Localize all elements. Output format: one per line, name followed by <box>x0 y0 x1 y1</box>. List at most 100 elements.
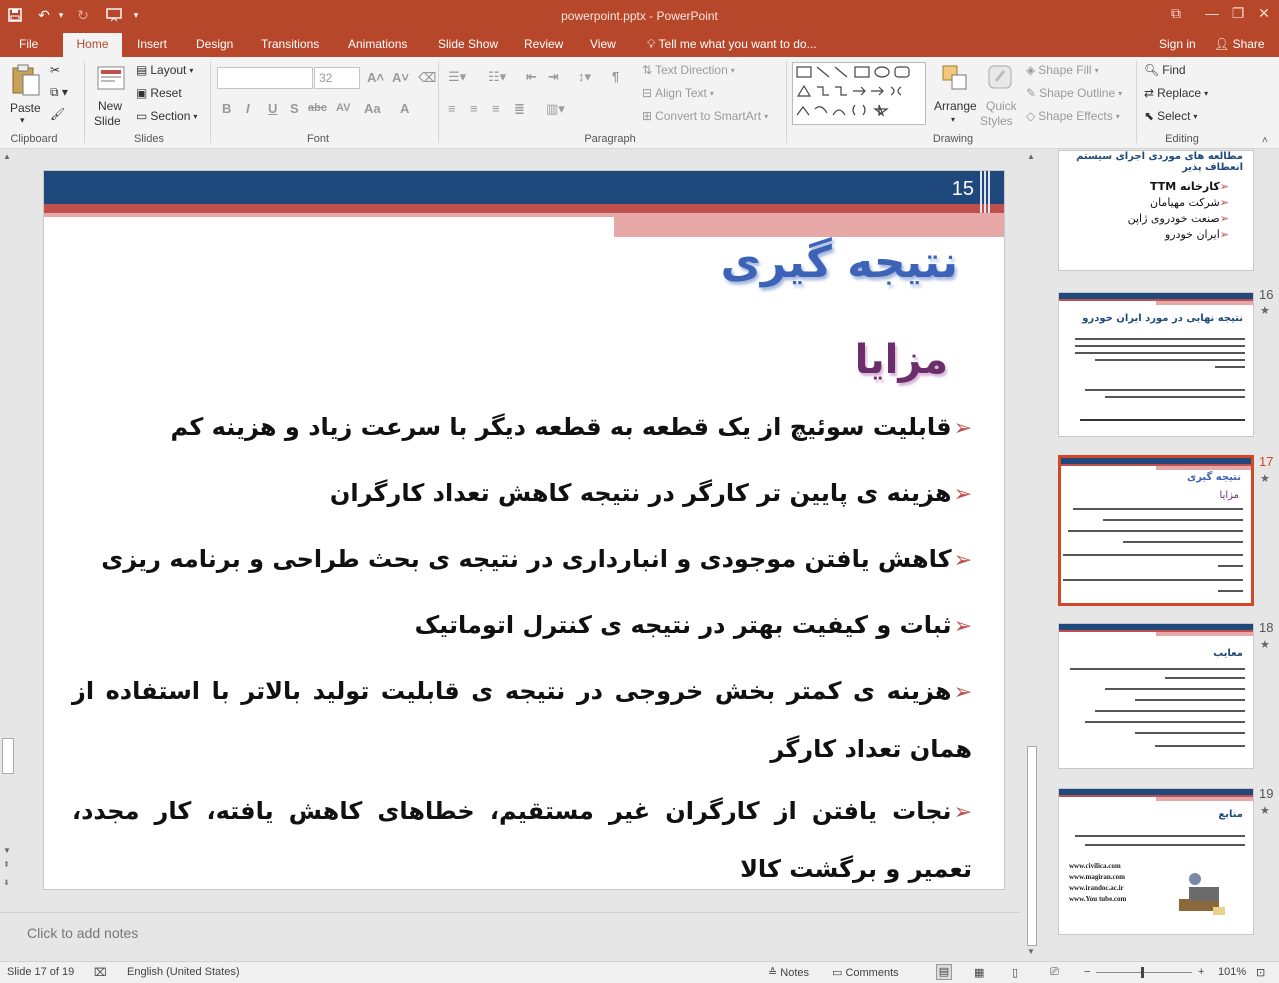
slide-thumbnail[interactable]: مطالعه های موردی اجرای سیستم انعطاف پذیر… <box>1058 150 1254 271</box>
decrease-indent-icon[interactable]: ⇤ <box>526 69 537 85</box>
rtl-icon[interactable]: ¶ <box>612 69 619 84</box>
font-color-icon[interactable]: A <box>400 101 409 116</box>
ribbon-display-icon[interactable]: ⧉ <box>1158 2 1194 24</box>
slide-subtitle[interactable]: مزایا <box>855 337 948 383</box>
shape-outline-button[interactable]: ✎ Shape Outline ▾ <box>1026 86 1122 100</box>
close-button[interactable]: ✕ <box>1246 2 1279 24</box>
sign-in-link[interactable]: Sign in <box>1150 33 1205 57</box>
current-slide[interactable]: 15 نتیجه گیری مزایا ➢قابلیت سوئیچ از یک … <box>43 170 1005 890</box>
section-button[interactable]: ▭ Section ▾ <box>136 109 197 123</box>
notes-pane[interactable]: Click to add notes <box>0 912 1020 960</box>
slide-counter: Slide 17 of 19 <box>7 966 75 978</box>
tab-transitions[interactable]: Transitions <box>252 33 328 57</box>
align-text-button[interactable]: ⊟ Align Text ▾ <box>642 86 714 100</box>
justify-icon[interactable]: ≣ <box>514 101 525 117</box>
paste-button[interactable]: Paste ▾ <box>6 61 46 129</box>
copy-icon[interactable]: ⧉ ▾ <box>50 85 68 100</box>
zoom-slider-thumb[interactable] <box>1141 967 1144 978</box>
slide-thumbnail[interactable]: منابع www.civilica.com www.magiran.com w… <box>1058 788 1254 935</box>
scroll-down-icon[interactable]: ▼ <box>3 846 11 855</box>
zoom-slider[interactable] <box>1096 967 1192 978</box>
slide-thumbnail[interactable]: معایب <box>1058 623 1254 769</box>
quick-styles-button[interactable]: Quick Styles <box>980 61 1022 129</box>
shape-fill-button[interactable]: ◈ Shape Fill ▾ <box>1026 63 1099 77</box>
decrease-font-icon[interactable]: A˅ <box>392 70 409 85</box>
shadow-button[interactable]: S <box>290 101 299 116</box>
format-painter-icon[interactable]: 🖌︎ <box>50 107 65 121</box>
align-center-icon[interactable]: ≡ <box>470 101 478 116</box>
text-direction-button[interactable]: ⇅ Text Direction ▾ <box>642 63 735 77</box>
italic-button[interactable]: I <box>246 101 250 116</box>
notes-toggle[interactable]: ≙ Notes <box>768 966 809 979</box>
slideshow-view-icon[interactable]: ⎚ <box>1050 966 1059 979</box>
tab-view[interactable]: View <box>581 33 625 57</box>
tab-animations[interactable]: Animations <box>339 33 416 57</box>
fit-to-window-icon[interactable]: ⊡ <box>1256 966 1265 979</box>
shapes-gallery[interactable] <box>792 62 926 125</box>
zoom-level[interactable]: 101% <box>1218 966 1246 978</box>
slide-sorter-icon[interactable]: ▦ <box>974 966 984 979</box>
comments-toggle[interactable]: ▭ Comments <box>832 966 899 979</box>
tab-design[interactable]: Design <box>187 33 242 57</box>
thumb-text-line <box>1063 579 1243 581</box>
notes-placeholder[interactable]: Click to add notes <box>27 925 138 941</box>
zoom-in-icon[interactable]: + <box>1198 966 1204 978</box>
scroll-thumb[interactable] <box>1027 746 1037 946</box>
tab-insert[interactable]: Insert <box>128 33 176 57</box>
bullet-item: ➢قابلیت سوئیچ از یک قطعه به قطعه دیگر با… <box>72 399 973 457</box>
collapse-ribbon-icon[interactable]: ˄ <box>1262 135 1268 146</box>
tab-review[interactable]: Review <box>515 33 572 57</box>
new-slide-button[interactable]: New Slide <box>90 61 132 129</box>
bullets-icon[interactable]: ☰▾ <box>448 69 466 85</box>
character-spacing-button[interactable]: AV <box>336 102 350 114</box>
align-left-icon[interactable]: ≡ <box>448 101 456 116</box>
editor-scrollbar[interactable]: ▲ ▼ ⇞ ⇟ <box>0 150 16 898</box>
numbering-icon[interactable]: ☷▾ <box>488 69 506 85</box>
thumb-scrollbar[interactable]: ▲ ▼ <box>1023 150 1039 960</box>
columns-icon[interactable]: ▥▾ <box>546 101 565 117</box>
smartart-button[interactable]: ⊞ Convert to SmartArt ▾ <box>642 109 768 123</box>
font-size-input[interactable]: 32 <box>314 67 360 89</box>
prev-slide-icon[interactable]: ⇞ <box>3 860 10 869</box>
slide-thumbnail-selected[interactable]: نتیجه گیری مزایا <box>1058 455 1254 606</box>
reset-button[interactable]: ▣ Reset <box>136 86 182 100</box>
normal-view-icon[interactable]: ▤ <box>936 964 952 980</box>
tab-home[interactable]: Home <box>63 33 122 57</box>
arrange-button[interactable]: Arrange ▾ <box>932 61 978 129</box>
tab-slide-show[interactable]: Slide Show <box>429 33 507 57</box>
increase-indent-icon[interactable]: ⇥ <box>548 69 559 85</box>
clear-formatting-icon[interactable]: ⌫ <box>418 70 436 86</box>
bold-button[interactable]: B <box>222 101 231 116</box>
tell-me-box[interactable]: 💡︎ Tell me what you want to do... <box>638 33 826 57</box>
scroll-thumb[interactable] <box>2 738 14 774</box>
zoom-out-icon[interactable]: − <box>1084 966 1090 978</box>
line-spacing-icon[interactable]: ↕▾ <box>578 69 591 85</box>
spelling-icon[interactable]: ⌧ <box>94 966 107 979</box>
replace-button[interactable]: ⇄ Replace ▾ <box>1144 86 1208 100</box>
arrow-bullet-icon: ➢ <box>1219 212 1229 225</box>
shape-effects-button[interactable]: ◇ Shape Effects ▾ <box>1026 109 1120 123</box>
scroll-down-icon[interactable]: ▼ <box>1027 947 1035 956</box>
slide-title[interactable]: نتیجه گیری <box>721 237 958 288</box>
increase-font-icon[interactable]: A˄ <box>367 70 384 85</box>
scroll-up-icon[interactable]: ▲ <box>3 152 11 161</box>
align-right-icon[interactable]: ≡ <box>492 101 500 116</box>
thumb-text-line <box>1075 835 1245 837</box>
underline-button[interactable]: U <box>268 101 277 116</box>
share-button[interactable]: 👤︎ Share <box>1205 33 1274 57</box>
next-slide-icon[interactable]: ⇟ <box>3 878 10 887</box>
reading-view-icon[interactable]: ▯ <box>1012 966 1018 979</box>
language-indicator[interactable]: English (United States) <box>127 966 240 978</box>
layout-button[interactable]: ▤ Layout ▾ <box>136 63 193 77</box>
select-button[interactable]: ⬉ Select ▾ <box>1144 109 1197 123</box>
scroll-up-icon[interactable]: ▲ <box>1027 152 1035 161</box>
find-button[interactable]: 🔍︎ Find <box>1144 63 1186 77</box>
strikethrough-button[interactable]: abc <box>308 102 327 114</box>
tab-file[interactable]: File <box>10 33 47 57</box>
change-case-button[interactable]: Aa <box>364 101 381 116</box>
thumb-title: منابع <box>1218 809 1243 820</box>
font-name-input[interactable] <box>217 67 313 89</box>
slide-thumbnail[interactable]: نتیجه نهایی در مورد ایران خودرو <box>1058 292 1254 437</box>
bullet-list[interactable]: ➢قابلیت سوئیچ از یک قطعه به قطعه دیگر با… <box>72 399 973 889</box>
cut-icon[interactable]: ✂ <box>50 63 60 77</box>
